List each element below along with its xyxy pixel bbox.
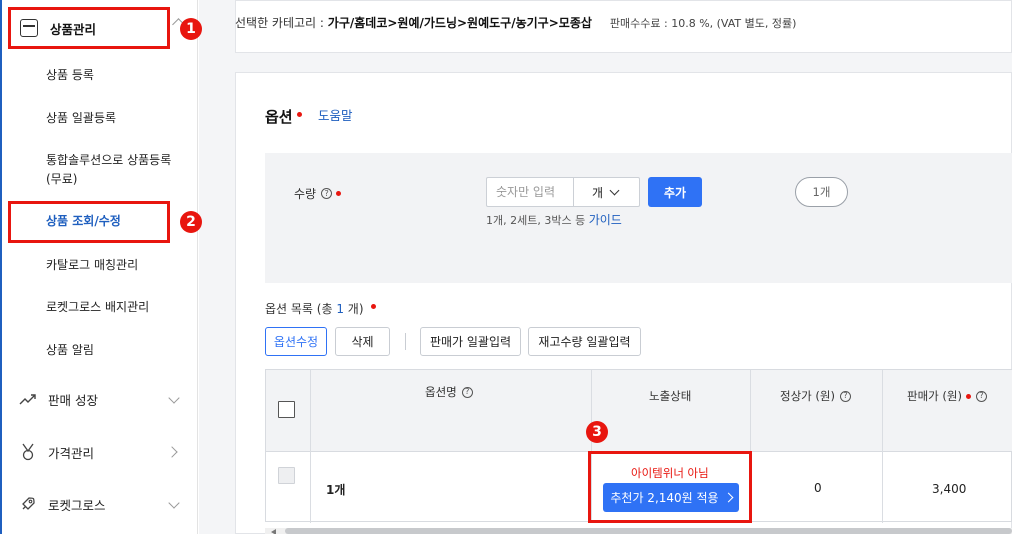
- sidebar-item-sales-growth[interactable]: 판매 성장: [18, 389, 98, 409]
- quantity-hint-text: 1개, 2세트, 3박스 등: [486, 214, 589, 227]
- sidebar-subitem-catalog-matching[interactable]: 카탈로그 매칭관리: [46, 256, 138, 275]
- scrollbar-thumb[interactable]: [285, 528, 1012, 534]
- quantity-panel: [265, 153, 1012, 283]
- option-name-cell: 1개: [326, 483, 346, 497]
- horizontal-scrollbar[interactable]: [265, 528, 1012, 534]
- chevron-down-icon: [609, 185, 620, 195]
- sidebar-subitem-integrated-solution-free[interactable]: (무료): [46, 170, 77, 189]
- unit-select[interactable]: 개: [573, 177, 640, 207]
- chevron-down-icon[interactable]: [168, 497, 180, 509]
- unit-select-value: 개: [592, 185, 604, 200]
- option-list-title: 옵션 목록 (총 1 개): [265, 300, 377, 317]
- options-title-text: 옵션: [265, 108, 293, 126]
- sidebar-item-label: 판매 성장: [48, 392, 98, 408]
- required-dot: [296, 112, 302, 117]
- option-chip[interactable]: 1개: [795, 177, 848, 207]
- annotation-box-2: [8, 201, 170, 243]
- sidebar-item-label: 가격관리: [48, 445, 95, 461]
- column-header-normal-price: 정상가 (원)?: [780, 388, 851, 404]
- select-all-checkbox[interactable]: [278, 401, 295, 418]
- category-path: 가구/홈데코>원예/가드닝>원예도구/농기구>모종삽: [327, 16, 592, 30]
- column-divider: [310, 370, 311, 523]
- column-header-text: 옵션명: [425, 385, 457, 399]
- required-dot: [965, 393, 971, 399]
- sidebar-subitem-register[interactable]: 상품 등록: [46, 66, 94, 85]
- help-circle-icon[interactable]: ?: [839, 390, 851, 402]
- chevron-down-icon[interactable]: [168, 392, 180, 404]
- help-circle-icon[interactable]: ?: [461, 386, 473, 398]
- column-header-sale-price: 판매가 (원)?: [907, 388, 987, 404]
- column-header-text: 판매가 (원): [907, 389, 962, 403]
- delete-button[interactable]: 삭제: [335, 327, 390, 356]
- required-dot: [371, 304, 377, 309]
- add-option-button[interactable]: 추가: [648, 177, 702, 207]
- annotation-box-1: [8, 7, 170, 49]
- column-divider: [882, 370, 883, 523]
- edit-option-button[interactable]: 옵션수정: [265, 327, 327, 356]
- category-prefix: 선택한 카테고리 :: [235, 16, 328, 30]
- annotation-box-3: [588, 451, 752, 523]
- toolbar-divider: [405, 333, 406, 350]
- column-header-status: 노출상태: [649, 388, 691, 404]
- column-header-text: 정상가 (원): [780, 389, 835, 403]
- commission-fee: 판매수수료 : 10.8 %, (VAT 별도, 정률): [609, 17, 797, 30]
- sidebar-item-label: 로켓그로스: [48, 497, 106, 513]
- medal-icon: [18, 442, 38, 462]
- bulk-price-button[interactable]: 판매가 일괄입력: [420, 327, 521, 356]
- required-dot: [336, 191, 342, 196]
- column-header-option-name: 옵션명?: [425, 384, 473, 400]
- sidebar: 상품관리 상품 등록 상품 일괄등록 통합솔루션으로 상품등록 (무료) 상품 …: [0, 0, 198, 534]
- bulk-stock-button[interactable]: 재고수량 일괄입력: [528, 327, 641, 356]
- sidebar-subitem-integrated-solution[interactable]: 통합솔루션으로 상품등록: [46, 151, 171, 170]
- sale-price-cell: 3,400: [932, 482, 967, 496]
- chevron-right-icon[interactable]: [166, 446, 178, 458]
- sidebar-subitem-rocketgrowth-badge[interactable]: 로켓그로스 배지관리: [46, 298, 149, 317]
- annotation-badge-3: 3: [586, 421, 608, 443]
- annotation-badge-2: 2: [180, 211, 202, 233]
- trend-icon: [18, 389, 38, 409]
- table-header: [266, 370, 1012, 452]
- sidebar-subitem-product-alert[interactable]: 상품 알림: [46, 341, 94, 360]
- help-link[interactable]: 도움말: [318, 105, 353, 124]
- annotation-badge-1: 1: [180, 18, 202, 40]
- rocket-icon: [18, 494, 38, 514]
- row-checkbox[interactable]: [278, 467, 295, 484]
- help-circle-icon[interactable]: ?: [975, 390, 987, 402]
- help-circle-icon[interactable]: ?: [321, 188, 333, 199]
- sidebar-item-price-management[interactable]: 가격관리: [18, 442, 94, 462]
- sidebar-item-rocketgrowth[interactable]: 로켓그로스: [18, 494, 106, 514]
- sidebar-edge: [0, 0, 2, 534]
- sidebar-subitem-bulk-register[interactable]: 상품 일괄등록: [46, 109, 116, 128]
- option-list-count: 1: [336, 302, 344, 316]
- column-header-text: 노출상태: [649, 389, 692, 403]
- option-list-prefix: 옵션 목록 (총: [265, 302, 337, 316]
- quantity-label: 수량 ?: [294, 185, 342, 202]
- quantity-label-text: 수량: [294, 187, 317, 201]
- normal-price-cell: 0: [814, 481, 822, 495]
- scroll-left-arrow-icon[interactable]: [271, 529, 276, 534]
- category-info: 선택한 카테고리 : 가구/홈데코>원예/가드닝>원예도구/농기구>모종삽 판매수…: [235, 14, 796, 31]
- quantity-input[interactable]: 숫자만 입력: [486, 177, 574, 207]
- option-list-suffix: 개): [343, 302, 364, 316]
- guide-link[interactable]: 가이드: [589, 213, 622, 227]
- quantity-hint: 1개, 2세트, 3박스 등 가이드: [486, 211, 622, 228]
- options-title: 옵션: [265, 106, 302, 127]
